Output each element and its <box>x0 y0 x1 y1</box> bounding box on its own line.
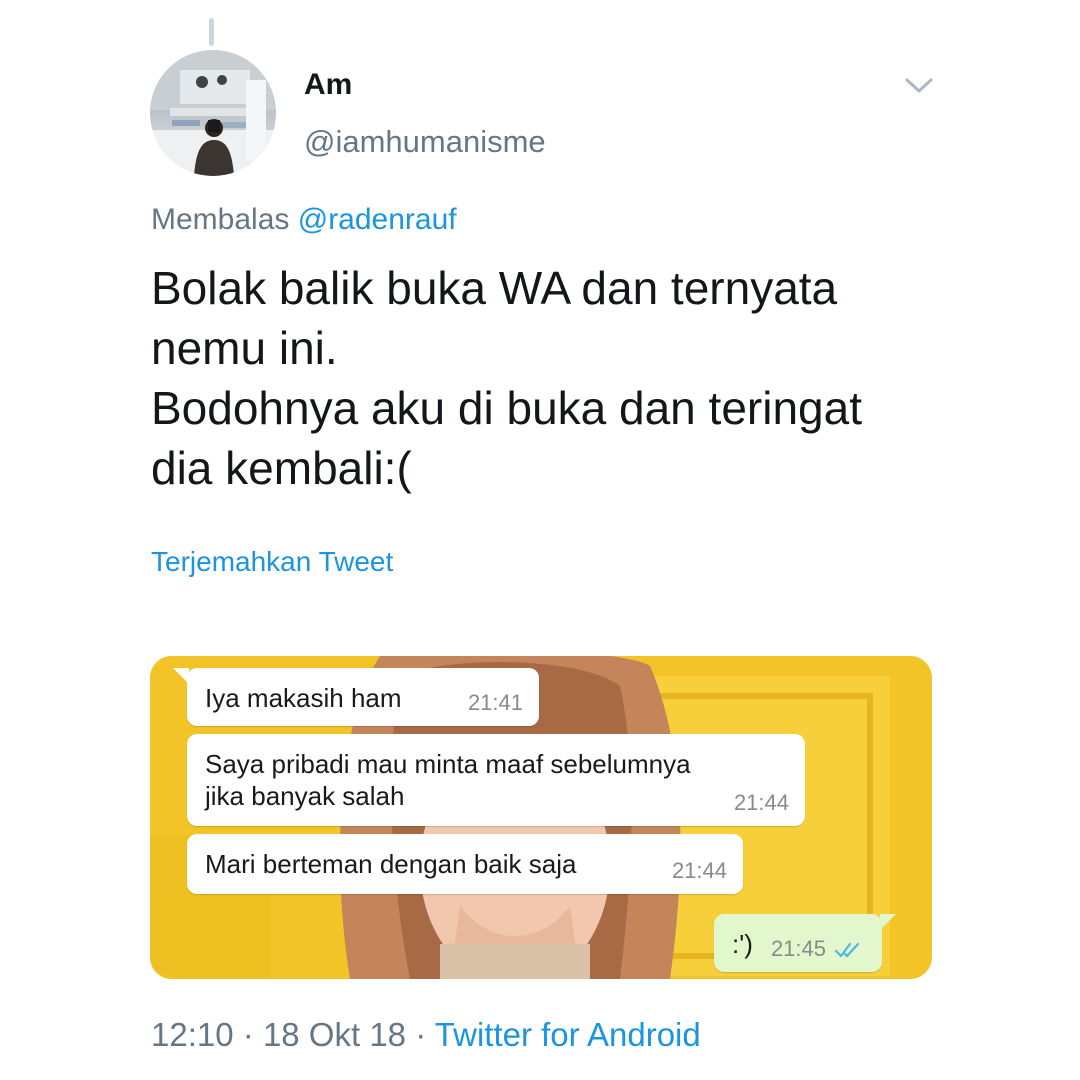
translate-tweet-link[interactable]: Terjemahkan Tweet <box>151 546 393 578</box>
tweet-date: 18 Okt 18 <box>262 1016 407 1053</box>
user-handle[interactable]: @iamhumanisme <box>304 124 546 160</box>
message-time: 21:45 <box>770 936 826 961</box>
chat-message-incoming[interactable]: Iya makasih ham 21:41 <box>173 668 539 726</box>
separator: · <box>415 1016 427 1053</box>
message-time: 21:44 <box>733 790 789 815</box>
message-text: :') <box>732 929 753 959</box>
thread-connector-line <box>209 18 214 46</box>
message-time: 21:44 <box>671 858 727 883</box>
message-text: Mari berteman dengan baik saja <box>205 849 577 879</box>
tweet-text-line: Bolak balik buka WA dan ternyata <box>151 262 838 314</box>
tweet-text-line: Bodohnya aku di buka dan teringat <box>151 382 862 434</box>
separator: · <box>242 1016 254 1053</box>
message-time: 21:41 <box>467 690 523 715</box>
tweet-media-image[interactable]: Iya makasih ham 21:41 Saya pribadi mau m… <box>150 656 932 979</box>
tweet-time: 12:10 <box>151 1016 234 1053</box>
avatar[interactable] <box>150 50 276 176</box>
message-text: Iya makasih ham <box>205 683 402 713</box>
tweet-source-link[interactable]: Twitter for Android <box>435 1016 701 1053</box>
tweet-text-line: dia kembali:( <box>151 442 412 494</box>
reply-mention-link[interactable]: @radenrauf <box>298 203 457 236</box>
message-text: jika banyak salah <box>205 781 405 811</box>
chat-message-incoming[interactable]: Saya pribadi mau minta maaf sebelumnya j… <box>187 734 805 826</box>
reply-prefix: Membalas <box>151 203 290 236</box>
chat-message-outgoing[interactable]: :') 21:45 <box>714 914 896 972</box>
tweet-text-line: nemu ini. <box>151 322 338 374</box>
tweet-text: Bolak balik buka WA dan ternyata nemu in… <box>151 258 971 498</box>
message-text: Saya pribadi mau minta maaf sebelumnya <box>205 749 691 779</box>
double-check-icon <box>834 940 864 960</box>
display-name[interactable]: Am <box>304 68 352 102</box>
chevron-down-icon[interactable] <box>902 72 936 98</box>
avatar-photo <box>150 50 276 176</box>
reply-context: Membalas @radenrauf <box>151 203 457 237</box>
tweet-metadata: 12:10 · 18 Okt 18 · Twitter for Android <box>151 1016 701 1054</box>
chat-message-incoming[interactable]: Mari berteman dengan baik saja 21:44 <box>187 834 743 894</box>
